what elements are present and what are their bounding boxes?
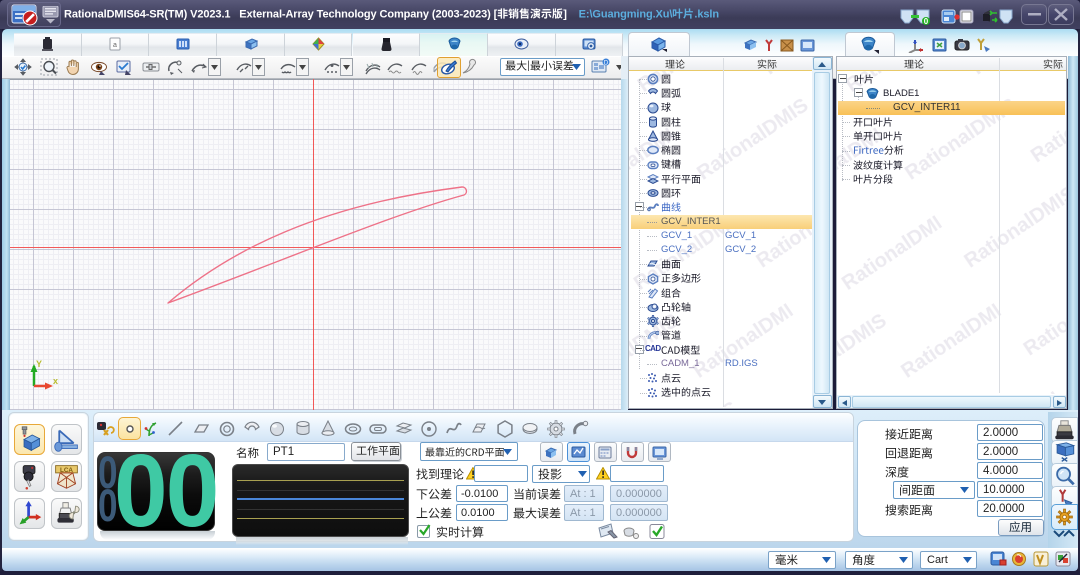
svg-text:Y: Y <box>36 359 42 369</box>
svg-text:x: x <box>53 376 58 386</box>
svg-text:0: 0 <box>924 17 929 25</box>
svg-text:a: a <box>113 42 117 49</box>
svg-text:D: D <box>604 61 609 67</box>
